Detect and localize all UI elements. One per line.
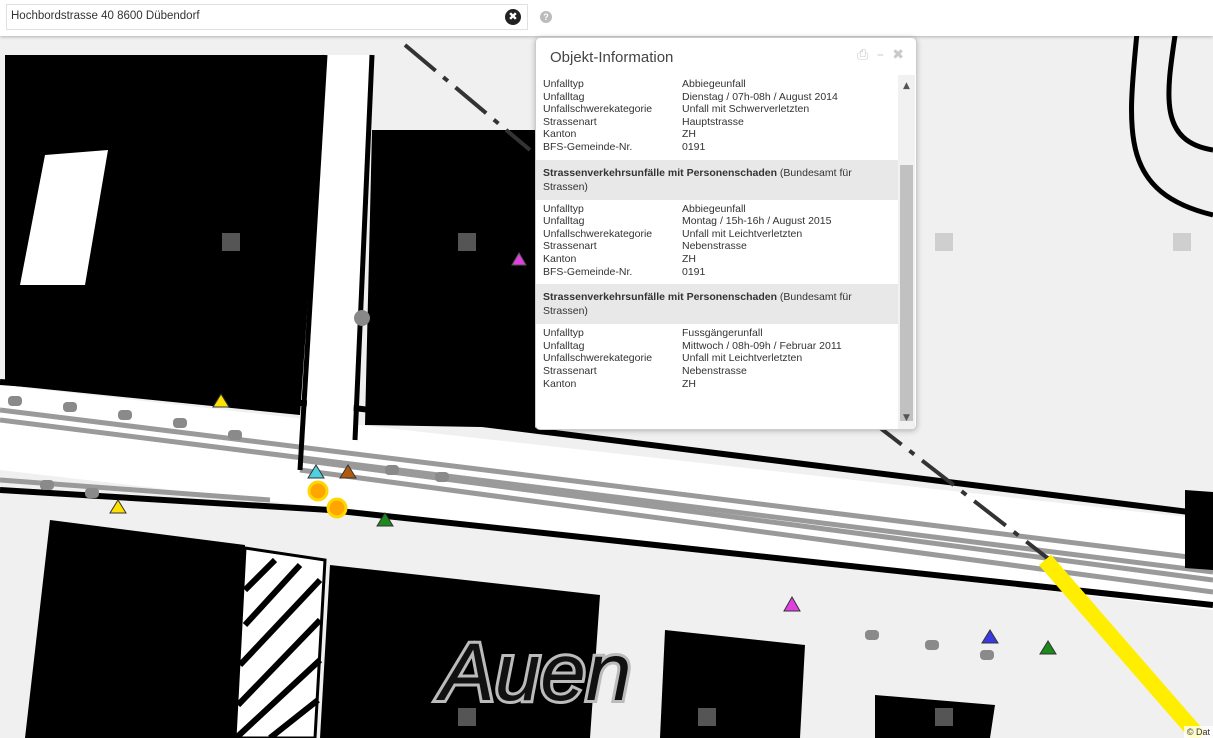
info-key: Strassenart [543,115,597,128]
info-row: Unfalltyp Abbiegeunfall [543,203,891,216]
info-value: Abbiegeunfall [682,202,746,215]
scrollbar[interactable]: ▲ ▼ [898,75,915,429]
info-rows: Unfalltyp Abbiegeunfall Unfalltag Dienstag … [536,75,898,160]
info-row: Unfallschwerekategorie Unfall mit Leichtv… [543,228,891,241]
object-info-popup: Objekt-Information ⎙ – ✖ Unfalltyp Abbieg… [535,37,917,430]
info-value: Mittwoch / 08h-09h / Februar 2011 [682,339,842,352]
info-key: Unfalltag [543,90,585,103]
info-value: Unfall mit Schwerverletzten [682,103,810,116]
popup-body[interactable]: Unfalltyp Abbiegeunfall Unfalltag Dienstag … [536,75,898,429]
info-value: Unfall mit Leichtverletzten [682,227,803,240]
section-heading: Strassenverkehrsunfälle mit Personenscha… [536,284,898,325]
info-value: Nebenstrasse [682,240,747,253]
help-icon[interactable]: ? [540,11,552,23]
popup-tools: ⎙ – ✖ [857,47,906,63]
info-key: Unfalltyp [543,202,584,215]
info-row: Strassenart Nebenstrasse [543,365,891,378]
info-key: Kanton [543,128,577,141]
info-value: Fussgängerunfall [682,327,763,340]
section-heading: Strassenverkehrsunfälle mit Personenscha… [536,159,898,200]
building [398,160,520,240]
building [233,546,327,738]
building [1185,490,1213,570]
info-key: BFS-Gemeinde-Nr. [543,140,633,153]
info-row: Strassenart Hauptstrasse [543,116,891,129]
info-value: Dienstag / 07h-08h / August 2014 [682,90,838,103]
popup-title: Objekt-Information [550,49,674,66]
building [660,630,805,738]
info-row: Unfalltag Dienstag / 07h-08h / August 201… [543,91,891,104]
info-key: Unfalltyp [543,327,584,340]
info-row: Unfalltyp Abbiegeunfall [543,78,891,91]
copyright: © Dat [1183,726,1213,738]
section-heading-bold: Strassenverkehrsunfälle mit Personenscha… [543,166,778,179]
info-row: Unfalltag Montag / 15h-16h / August 2015 [543,215,891,228]
info-value: ZH [682,252,696,265]
info-value: Nebenstrasse [682,364,747,377]
info-row: Kanton ZH [543,378,891,391]
info-key: Kanton [543,252,577,265]
info-value: Montag / 15h-16h / August 2015 [682,215,832,228]
info-value: ZH [682,377,696,390]
info-key: Unfalltag [543,215,585,228]
print-icon[interactable]: ⎙ [857,47,870,63]
poi-marker[interactable] [354,310,370,326]
info-rows: Unfalltyp Abbiegeunfall Unfalltag Montag / … [536,200,898,285]
info-key: Unfallschwerekategorie [543,227,653,240]
search-input[interactable]: Hochbordstrasse 40 8600 Dübendorf ✖ [6,4,528,30]
clear-search-icon[interactable]: ✖ [505,9,521,25]
info-key: BFS-Gemeinde-Nr. [543,265,633,278]
popup-header: Objekt-Information ⎙ – ✖ [536,38,916,75]
info-value: Unfall mit Leichtverletzten [682,352,803,365]
accident-marker-orange[interactable] [307,480,329,502]
info-row: Unfallschwerekategorie Unfall mit Schwerv… [543,103,891,116]
close-icon[interactable]: ✖ [892,47,906,63]
info-row: BFS-Gemeinde-Nr. 0191 [543,266,891,279]
info-value: 0191 [682,140,706,153]
info-row: Strassenart Nebenstrasse [543,240,891,253]
scroll-thumb[interactable] [900,165,913,421]
info-row: Kanton ZH [543,253,891,266]
info-key: Unfalltyp [543,78,584,90]
scroll-down-icon[interactable]: ▼ [898,411,915,425]
info-value: 0191 [682,265,706,278]
info-key: Strassenart [543,240,597,253]
info-row: Unfalltag Mittwoch / 08h-09h / Februar 20… [543,340,891,353]
building [25,520,245,738]
info-value: ZH [682,128,696,141]
info-key: Strassenart [543,364,597,377]
info-key: Unfalltag [543,339,585,352]
section-heading-bold: Strassenverkehrsunfälle mit Personenscha… [543,291,778,304]
info-row: Unfalltyp Fussgängerunfall [543,327,891,340]
info-key: Kanton [543,377,577,390]
info-row: Unfallschwerekategorie Unfall mit Leichtv… [543,352,891,365]
scroll-up-icon[interactable]: ▲ [898,79,915,93]
place-label: Auen [435,627,632,718]
minimize-icon[interactable]: – [877,47,886,63]
info-key: Unfallschwerekategorie [543,103,653,116]
info-key: Unfallschwerekategorie [543,352,653,365]
info-rows: Unfalltyp Fussgängerunfall Unfalltag Mittwo… [536,324,898,396]
info-row: Kanton ZH [543,128,891,141]
top-bar: Hochbordstrasse 40 8600 Dübendorf ✖ ? [0,0,1213,36]
info-row: BFS-Gemeinde-Nr. 0191 [543,141,891,154]
info-value: Abbiegeunfall [682,78,746,90]
accident-marker-orange[interactable] [326,497,348,519]
info-value: Hauptstrasse [682,115,744,128]
search-value[interactable]: Hochbordstrasse 40 8600 Dübendorf [11,10,200,22]
